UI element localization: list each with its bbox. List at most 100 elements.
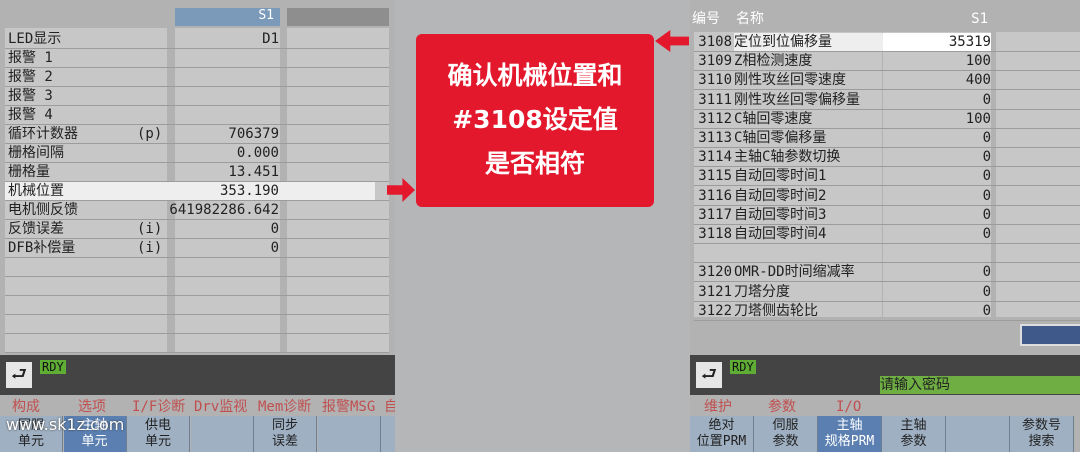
row-unit: (p) [137,126,163,142]
param-number [694,244,732,262]
menu-item[interactable]: I/O [836,398,861,416]
row-value: D1 [262,31,279,47]
param-value: 0 [982,91,991,108]
ready-status: RDY [730,360,756,374]
menu-item[interactable]: 构成 [12,398,40,416]
row-label: 报警 2 [8,69,53,85]
return-icon[interactable]: ⮐ [6,362,32,388]
menu-item[interactable]: 自 [384,398,395,416]
table-row [694,244,1080,262]
menu-item[interactable]: 选项 [78,398,106,416]
softkey-button[interactable] [381,416,395,452]
table-row: 3120 OMR-DD时间缩减率 0 [694,263,1080,281]
softkey-button[interactable]: 供电 单元 [127,416,190,452]
param-number: 3120 [698,264,732,281]
table-row: 3114 主轴C轴参数切换 0 [694,148,1080,166]
row-divider [5,333,389,334]
ready-status: RDY [40,360,66,374]
param-number: 3117 [698,206,732,223]
menu-item[interactable]: Drv监视 [194,398,247,416]
param-name: 定位到位偏移量 [734,33,884,51]
row-divider [5,314,389,315]
row-divider [694,319,1080,321]
softkey-button[interactable]: 伺服 参数 [754,416,818,452]
param-number: 3113 [698,130,732,146]
row-divider [694,166,1080,168]
menu-item[interactable]: 维护 [704,398,732,416]
table-row: 3110 刚性攻丝回零速度 400 [694,71,1080,89]
row-divider [5,238,389,239]
table-row: 3122 刀塔侧齿轮比 0 [694,302,1080,320]
table-row: 机械位置 353.190 [5,182,375,200]
menu-item[interactable]: Mem诊断 [258,398,311,416]
password-prompt: 请输入密码 [880,376,1080,394]
softkey-button[interactable] [317,416,381,452]
param-name: 主轴C轴参数切换 [734,149,841,166]
table-row: 报警 3 [5,87,389,105]
row-divider [694,262,1080,264]
table-row: 3115 自动回零时间1 0 [694,167,1080,185]
row-divider [5,124,389,125]
s1-column-header: S1 [971,11,988,27]
softkey-button[interactable]: 绝对 位置PRM [690,416,754,452]
row-divider [5,181,389,182]
input-field[interactable] [1020,324,1080,346]
param-number: 3118 [698,226,732,242]
softkey-label: 参数 [772,434,799,449]
param-value: 0 [982,264,991,281]
table-row: 电机侧反馈 641982286.642 [5,201,389,219]
row-value: 0 [270,221,279,237]
table-row: 3118 自动回零时间4 0 [694,225,1080,243]
softkey-button[interactable]: 参数号 搜索 [1010,416,1074,452]
softkey-label: 单元 [17,434,44,449]
softkey-button[interactable] [190,416,254,452]
row-value: 706379 [228,126,279,142]
row-value [165,49,279,67]
softkey-button[interactable]: 主轴 参数 [882,416,946,452]
table-row: LED显示 D1 [5,30,389,48]
row-label: 栅格间隔 [8,145,64,161]
row-value [165,68,279,86]
menu-item[interactable]: 报警MSG [322,398,375,416]
table-row: 循环计数器 (p) 706379 [5,125,389,143]
param-number: 3108 [698,34,732,50]
table-row: 栅格量 13.451 [5,163,389,181]
return-icon[interactable]: ⮐ [696,362,722,388]
param-name: 自动回零时间4 [734,226,827,242]
row-label: 栅格量 [8,164,50,180]
softkey-button[interactable]: 同步 误差 [254,416,317,452]
row-divider [5,105,389,106]
softkey-label: 主轴 [836,418,863,433]
empty-column-header [287,8,389,26]
softkey-button[interactable] [946,416,1010,452]
row-divider [694,147,1080,148]
table-row: 报警 4 [5,106,389,124]
row-divider [5,257,389,258]
menu-item[interactable]: I/F诊断 [132,398,185,416]
param-name: 自动回零时间3 [734,206,827,223]
param-value[interactable]: 35319 [883,33,991,51]
row-divider [694,204,1080,206]
param-value: 0 [982,226,991,242]
row-value [165,87,279,105]
param-number: 3111 [698,91,732,108]
param-name: 刚性攻丝回零速度 [734,72,846,89]
menu-item[interactable]: 参数 [768,398,796,416]
param-name: Z相检测速度 [734,53,813,70]
row-divider [5,86,389,87]
row-unit: (i) [137,221,163,237]
row-label: 机械位置 [8,183,64,199]
param-name: OMR-DD时间缩减率 [734,264,855,281]
softkey-label: 同步 [271,418,298,433]
softkey-label: 单元 [81,434,108,449]
row-divider [5,200,389,201]
row-divider [694,185,1080,187]
softkey-button[interactable]: 主轴 规格PRM [818,416,882,452]
softkey-label: 误差 [271,434,298,449]
row-divider [5,143,389,144]
row-value: 641982286.642 [169,202,279,218]
param-number: 3116 [698,187,732,204]
row-divider [694,243,1080,244]
param-name: 自动回零时间1 [734,168,827,185]
callout-line-2: #3108设定值 [452,105,618,134]
